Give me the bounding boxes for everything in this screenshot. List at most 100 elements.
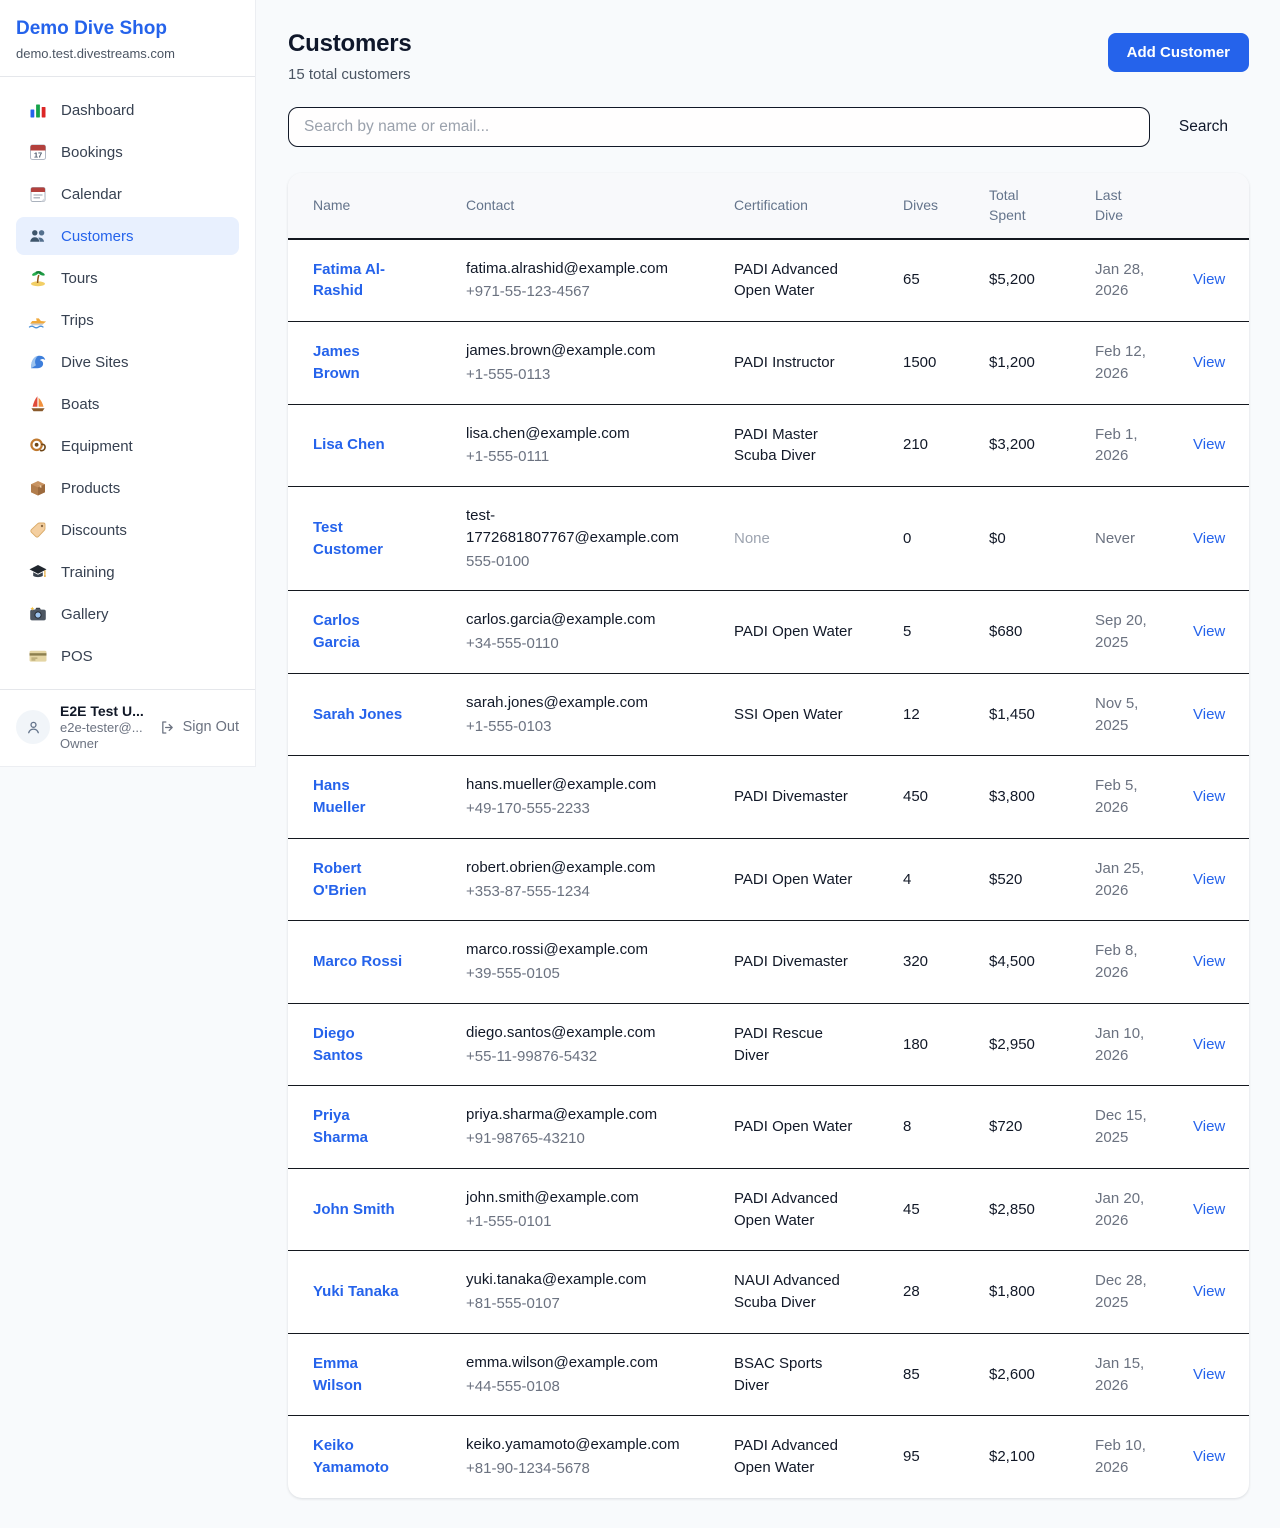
- customer-name-link[interactable]: Lisa Chen: [313, 436, 385, 453]
- table-row: Priya Sharma priya.sharma@example.com +9…: [288, 1086, 1249, 1169]
- customer-dives: 12: [887, 673, 973, 756]
- customer-name-link[interactable]: Emma Wilson: [313, 1355, 362, 1394]
- view-link[interactable]: View: [1193, 1448, 1225, 1465]
- sign-out-button[interactable]: Sign Out: [159, 719, 239, 736]
- customer-phone: +91-98765-43210: [466, 1128, 676, 1150]
- customer-last-dive: Feb 5, 2026: [1079, 756, 1177, 839]
- view-link[interactable]: View: [1193, 530, 1225, 547]
- sidebar-item-training[interactable]: Training: [16, 553, 239, 591]
- customer-email: lisa.chen@example.com: [466, 423, 676, 445]
- customer-phone: +353-87-555-1234: [466, 881, 676, 903]
- search-input[interactable]: [288, 107, 1150, 147]
- customer-total-spent: $1,450: [973, 673, 1079, 756]
- view-link[interactable]: View: [1193, 1283, 1225, 1300]
- sidebar-item-dive-sites[interactable]: Dive Sites: [16, 343, 239, 381]
- column-header: Last Dive: [1079, 173, 1177, 239]
- equipment-icon: [28, 436, 48, 456]
- sidebar-item-discounts[interactable]: Discounts: [16, 511, 239, 549]
- view-link[interactable]: View: [1193, 1118, 1225, 1135]
- user-icon: [24, 718, 43, 737]
- bookings-icon: 17: [28, 142, 48, 162]
- nav-item-label: Bookings: [61, 144, 123, 161]
- table-row: Sarah Jones sarah.jones@example.com +1-5…: [288, 673, 1249, 756]
- nav-item-label: Trips: [61, 312, 94, 329]
- customer-dives: 4: [887, 838, 973, 921]
- table-row: Carlos Garcia carlos.garcia@example.com …: [288, 591, 1249, 674]
- customer-last-dive: Jan 15, 2026: [1079, 1333, 1177, 1416]
- customer-dives: 180: [887, 1003, 973, 1086]
- view-link[interactable]: View: [1193, 706, 1225, 723]
- customer-total-spent: $3,200: [973, 404, 1079, 487]
- sidebar-item-calendar[interactable]: Calendar: [16, 175, 239, 213]
- discounts-icon: [28, 520, 48, 540]
- user-role: Owner: [60, 736, 149, 751]
- customer-email: sarah.jones@example.com: [466, 692, 676, 714]
- view-link[interactable]: View: [1193, 354, 1225, 371]
- view-link[interactable]: View: [1193, 1036, 1225, 1053]
- customer-total-spent: $520: [973, 838, 1079, 921]
- search-button[interactable]: Search: [1177, 114, 1230, 140]
- sidebar-item-customers[interactable]: Customers: [16, 217, 239, 255]
- customer-name-link[interactable]: Yuki Tanaka: [313, 1283, 399, 1300]
- customer-name-link[interactable]: Robert O'Brien: [313, 860, 367, 899]
- customers-table: Name Contact Certification Dives Total S…: [288, 173, 1249, 1498]
- customer-name-link[interactable]: Priya Sharma: [313, 1107, 368, 1146]
- table-row: James Brown james.brown@example.com +1-5…: [288, 322, 1249, 405]
- sidebar-item-bookings[interactable]: 17 Bookings: [16, 133, 239, 171]
- table-row: Marco Rossi marco.rossi@example.com +39-…: [288, 921, 1249, 1004]
- customer-dives: 5: [887, 591, 973, 674]
- customer-total-spent: $5,200: [973, 239, 1079, 322]
- customer-name-link[interactable]: Hans Mueller: [313, 777, 366, 816]
- customer-name-link[interactable]: Diego Santos: [313, 1025, 363, 1064]
- sidebar-item-equipment[interactable]: Equipment: [16, 427, 239, 465]
- nav-item-label: Customers: [61, 228, 134, 245]
- dashboard-icon: [28, 100, 48, 120]
- view-link[interactable]: View: [1193, 436, 1225, 453]
- customer-name-link[interactable]: Carlos Garcia: [313, 612, 360, 651]
- shop-name: Demo Dive Shop: [16, 18, 239, 40]
- sidebar-item-products[interactable]: Products: [16, 469, 239, 507]
- customer-total-spent: $2,950: [973, 1003, 1079, 1086]
- view-link[interactable]: View: [1193, 788, 1225, 805]
- view-link[interactable]: View: [1193, 623, 1225, 640]
- customer-last-dive: Feb 10, 2026: [1079, 1416, 1177, 1498]
- user-info: E2E Test U... e2e-tester@... Owner: [60, 703, 149, 751]
- customer-certification: PADI Open Water: [734, 623, 852, 640]
- customer-last-dive: Feb 8, 2026: [1079, 921, 1177, 1004]
- customer-name-link[interactable]: James Brown: [313, 343, 360, 382]
- customer-name-link[interactable]: Test Customer: [313, 519, 383, 558]
- customer-certification: PADI Instructor: [734, 354, 835, 371]
- customer-dives: 85: [887, 1333, 973, 1416]
- sidebar-item-gallery[interactable]: Gallery: [16, 595, 239, 633]
- customer-phone: 555-0100: [466, 551, 676, 573]
- customer-last-dive: Jan 25, 2026: [1079, 838, 1177, 921]
- customer-phone: +81-90-1234-5678: [466, 1458, 676, 1480]
- customer-phone: +55-11-99876-5432: [466, 1046, 676, 1068]
- view-link[interactable]: View: [1193, 953, 1225, 970]
- view-link[interactable]: View: [1193, 1366, 1225, 1383]
- customer-email: robert.obrien@example.com: [466, 857, 676, 879]
- sidebar-item-trips[interactable]: Trips: [16, 301, 239, 339]
- sidebar-item-boats[interactable]: Boats: [16, 385, 239, 423]
- customers-table-card: Name Contact Certification Dives Total S…: [288, 173, 1249, 1498]
- main-content: Customers 15 total customers Add Custome…: [256, 0, 1280, 1528]
- customer-name-link[interactable]: Keiko Yamamoto: [313, 1437, 389, 1476]
- customer-certification: PADI Advanced Open Water: [734, 1437, 838, 1476]
- view-link[interactable]: View: [1193, 1201, 1225, 1218]
- customer-name-link[interactable]: John Smith: [313, 1201, 395, 1218]
- sidebar-item-pos[interactable]: POS: [16, 637, 239, 675]
- customer-name-link[interactable]: Sarah Jones: [313, 706, 402, 723]
- add-customer-button[interactable]: Add Customer: [1108, 33, 1249, 72]
- sidebar-item-dashboard[interactable]: Dashboard: [16, 91, 239, 129]
- customer-phone: +1-555-0103: [466, 716, 676, 738]
- nav-item-label: Tours: [61, 270, 98, 287]
- customer-email: yuki.tanaka@example.com: [466, 1269, 676, 1291]
- sidebar-item-tours[interactable]: Tours: [16, 259, 239, 297]
- customer-dives: 65: [887, 239, 973, 322]
- view-link[interactable]: View: [1193, 271, 1225, 288]
- customer-name-link[interactable]: Fatima Al-Rashid: [313, 261, 385, 300]
- customer-total-spent: $2,850: [973, 1168, 1079, 1251]
- customer-name-link[interactable]: Marco Rossi: [313, 953, 402, 970]
- view-link[interactable]: View: [1193, 871, 1225, 888]
- customer-last-dive: Dec 15, 2025: [1079, 1086, 1177, 1169]
